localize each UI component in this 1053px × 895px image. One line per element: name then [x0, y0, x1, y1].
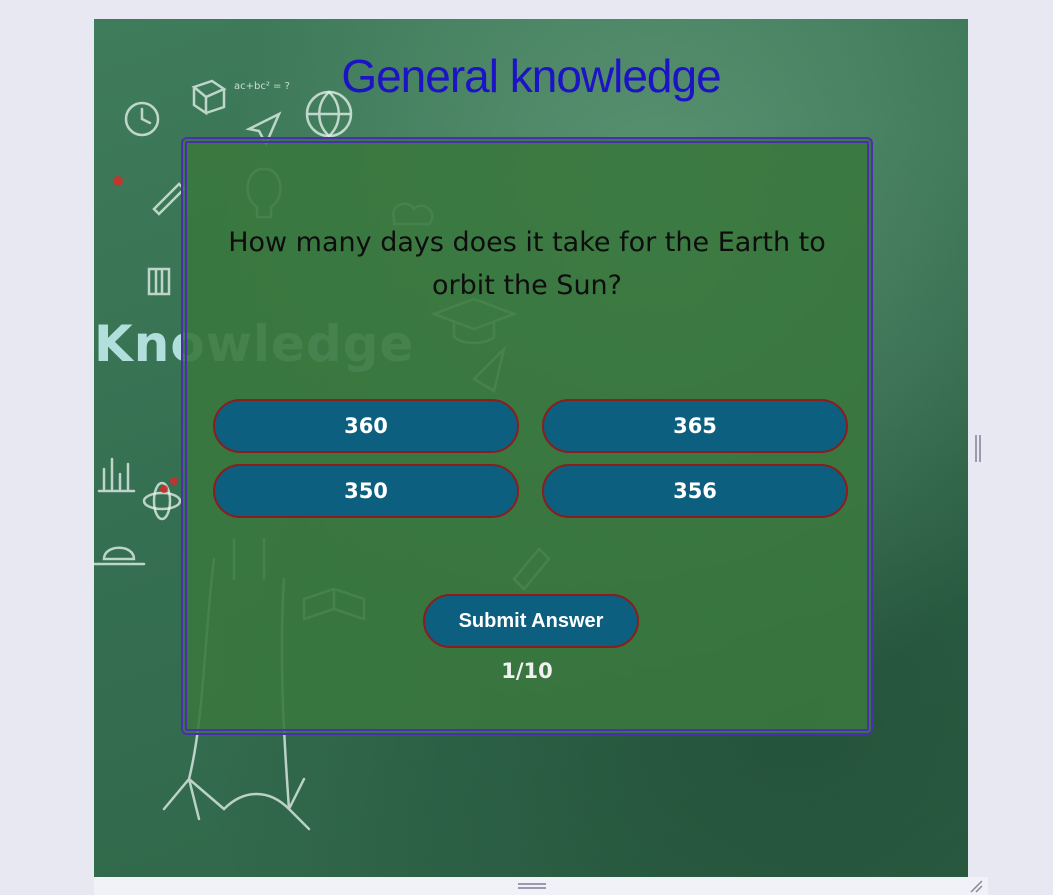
- answer-option-button[interactable]: 350: [213, 464, 519, 518]
- quiz-frame: ac+bc² = ? Knowledge General knowledge H…: [94, 19, 968, 877]
- quiz-card: How many days does it take for the Earth…: [181, 137, 873, 735]
- page-title: General knowledge: [341, 50, 721, 102]
- horizontal-split-handle-icon[interactable]: [518, 883, 546, 889]
- bottom-resize-bar[interactable]: [94, 877, 988, 895]
- submit-answer-button[interactable]: Submit Answer: [423, 594, 639, 648]
- question-progress: 1/10: [501, 659, 553, 683]
- resize-grip-icon[interactable]: [969, 879, 983, 893]
- answer-option-button[interactable]: 360: [213, 399, 519, 453]
- question-text: How many days does it take for the Earth…: [228, 227, 826, 301]
- answer-option-button[interactable]: 356: [542, 464, 848, 518]
- vertical-split-handle-icon[interactable]: [974, 435, 982, 462]
- answer-option-button[interactable]: 365: [542, 399, 848, 453]
